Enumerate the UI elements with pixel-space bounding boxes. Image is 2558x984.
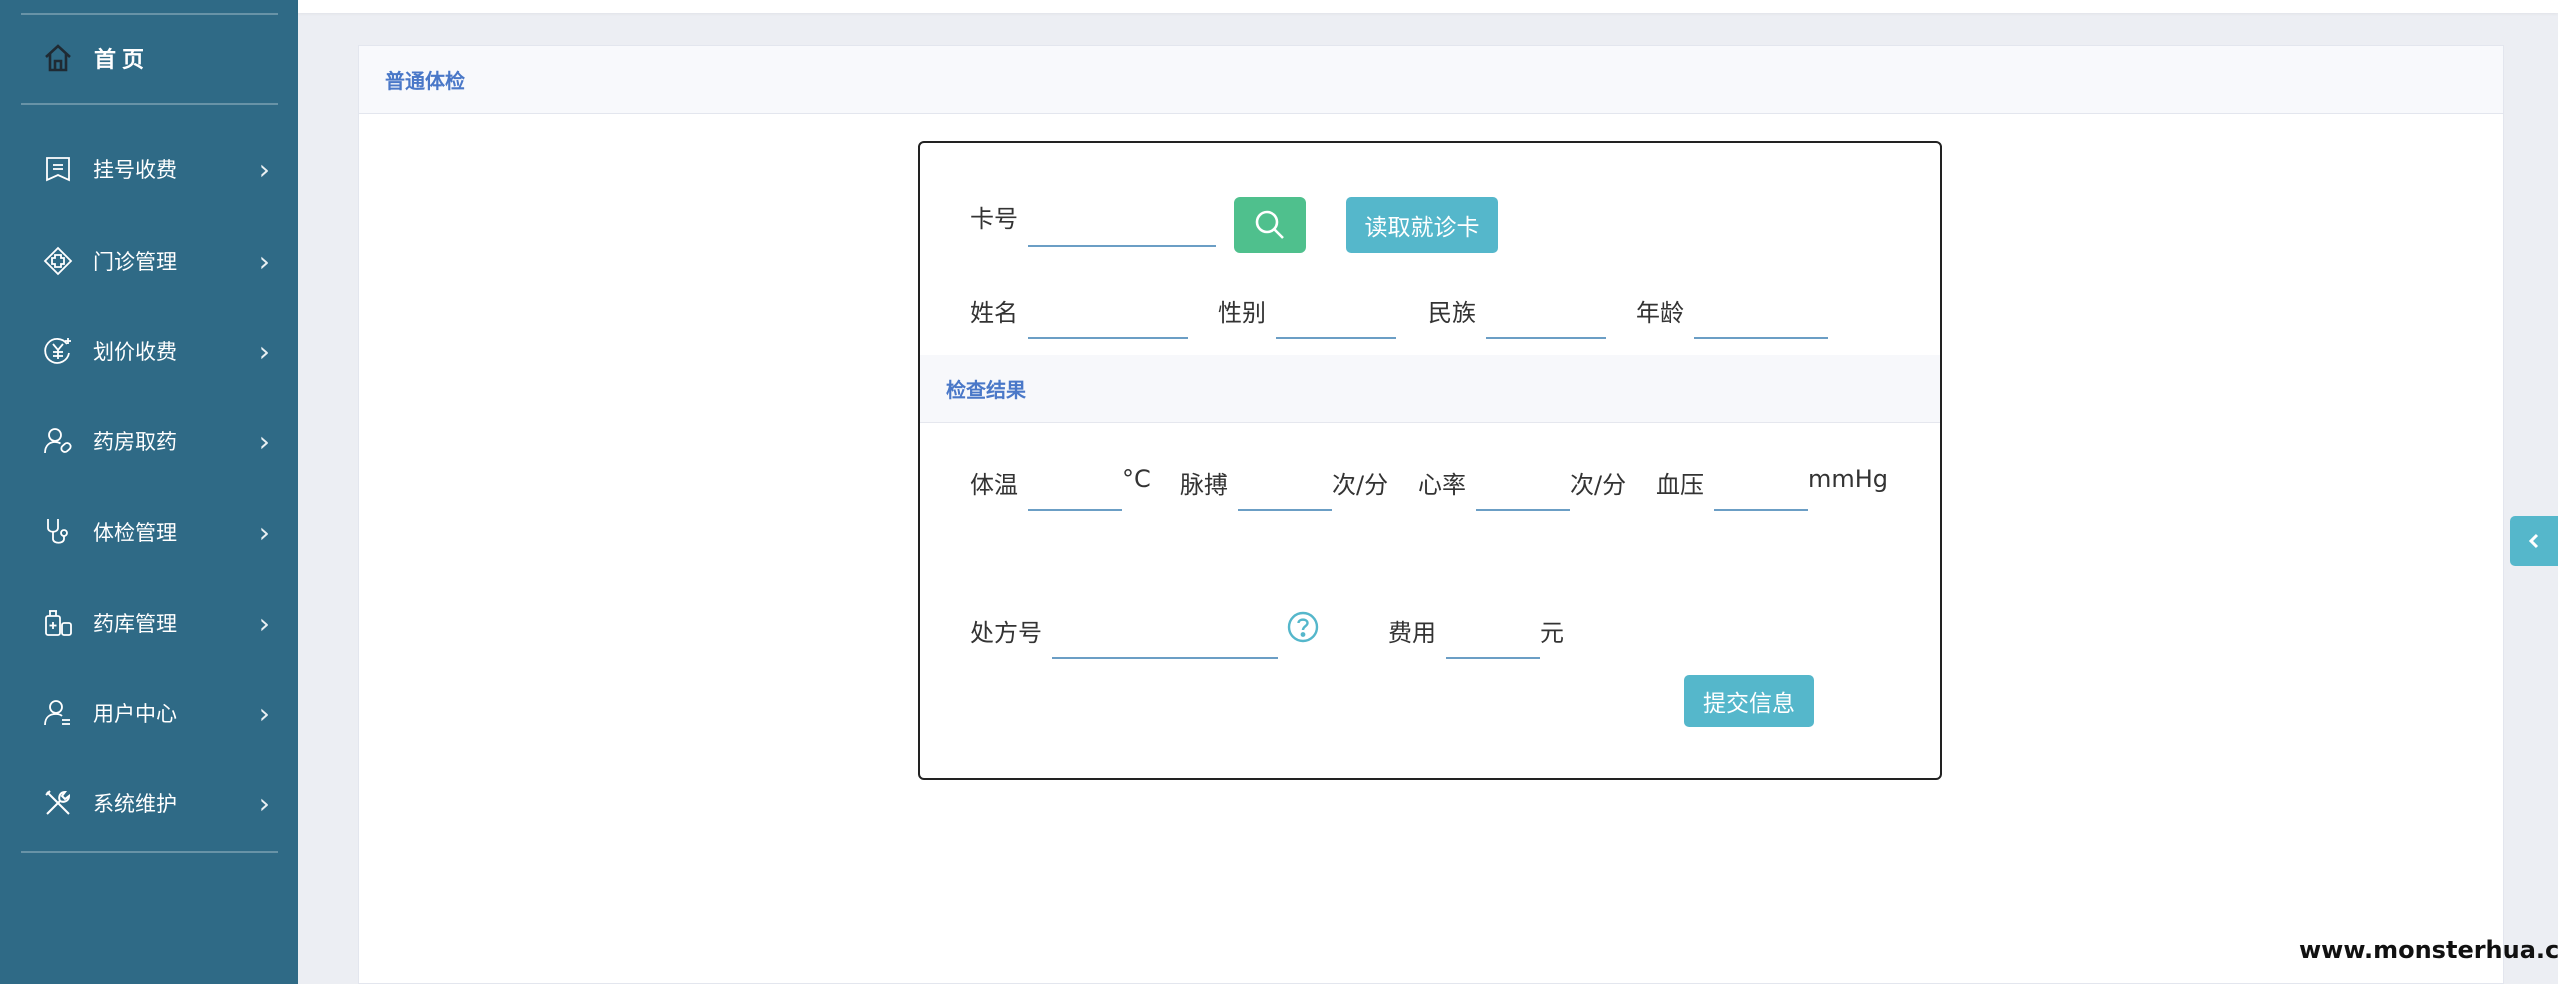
sidebar-item-label: 用户中心 — [93, 702, 177, 726]
card-number-input[interactable] — [1028, 211, 1216, 247]
yuan-icon — [40, 333, 76, 369]
sidebar-item-label: 药库管理 — [93, 612, 177, 636]
age-label: 年龄 — [1636, 299, 1684, 327]
panel-header: 普通体检 — [359, 46, 2503, 114]
temperature-unit: °C — [1122, 465, 1151, 493]
prescription-input[interactable] — [1052, 623, 1278, 659]
blood-pressure-label: 血压 — [1656, 471, 1704, 499]
sidebar-item-home[interactable]: 首页 — [40, 38, 150, 78]
sidebar-item-system[interactable]: 系统维护 › — [40, 779, 270, 827]
temperature-input[interactable] — [1028, 475, 1122, 511]
pulse-unit: 次/分 — [1332, 471, 1389, 499]
chevron-right-icon: › — [258, 786, 270, 820]
sidebar-item-user-center[interactable]: 用户中心 › — [40, 689, 270, 737]
sidebar-item-pharmacy[interactable]: 药房取药 › — [40, 417, 270, 465]
chevron-right-icon: › — [258, 152, 270, 186]
chevron-right-icon: › — [258, 606, 270, 640]
name-input[interactable] — [1028, 303, 1188, 339]
heart-rate-label: 心率 — [1418, 471, 1466, 499]
ethnicity-label: 民族 — [1428, 299, 1476, 327]
sidebar-item-label: 挂号收费 — [93, 158, 177, 182]
chevron-right-icon: › — [258, 696, 270, 730]
submit-button[interactable]: 提交信息 — [1684, 675, 1814, 727]
collapse-panel-button[interactable] — [2510, 516, 2558, 566]
blood-pressure-unit: mmHg — [1808, 465, 1889, 493]
sidebar-item-medicine-store[interactable]: 药库管理 › — [40, 599, 270, 647]
sidebar-item-register[interactable]: 挂号收费 › — [40, 145, 270, 193]
clinic-icon — [40, 243, 76, 279]
sidebar-item-label: 系统维护 — [93, 792, 177, 816]
blood-pressure-input[interactable] — [1714, 475, 1808, 511]
home-icon — [40, 40, 76, 76]
pharmacy-icon — [40, 423, 76, 459]
sidebar-item-label: 门诊管理 — [93, 250, 177, 274]
user-icon — [40, 695, 76, 731]
fee-input[interactable] — [1446, 623, 1540, 659]
card-number-label: 卡号 — [970, 205, 1018, 233]
sidebar-item-label: 药房取药 — [93, 430, 177, 454]
gender-label: 性别 — [1218, 299, 1266, 327]
register-icon — [40, 151, 76, 187]
sidebar: 首页 挂号收费 › 门诊管理 › 划价收费 › 药房取药 › 体检管理 › 药库… — [0, 0, 298, 984]
sidebar-item-pricing[interactable]: 划价收费 › — [40, 327, 270, 375]
search-button[interactable] — [1234, 197, 1306, 253]
pulse-label: 脉搏 — [1180, 471, 1228, 499]
age-input[interactable] — [1694, 303, 1828, 339]
heart-rate-input[interactable] — [1476, 475, 1570, 511]
chevron-right-icon: › — [258, 334, 270, 368]
sidebar-item-label: 体检管理 — [93, 521, 177, 545]
sidebar-item-clinic[interactable]: 门诊管理 › — [40, 237, 270, 285]
sidebar-item-label: 划价收费 — [93, 340, 177, 364]
sidebar-divider — [21, 851, 278, 853]
search-icon — [1255, 210, 1284, 239]
chevron-right-icon: › — [258, 515, 270, 549]
chevron-right-icon: › — [258, 424, 270, 458]
sidebar-item-physical-exam[interactable]: 体检管理 › — [40, 508, 270, 556]
watermark: www.monsterhua.com — [2299, 936, 2558, 964]
fee-unit: 元 — [1540, 619, 1564, 647]
pulse-input[interactable] — [1238, 475, 1332, 511]
temperature-label: 体温 — [970, 471, 1018, 499]
tools-icon — [40, 785, 76, 821]
ethnicity-input[interactable] — [1486, 303, 1606, 339]
fee-label: 费用 — [1388, 619, 1436, 647]
results-section-header: 检查结果 — [920, 355, 1940, 423]
name-label: 姓名 — [970, 299, 1018, 327]
read-card-button[interactable]: 读取就诊卡 — [1346, 197, 1498, 253]
top-bar — [298, 0, 2558, 13]
medicine-store-icon — [40, 605, 76, 641]
sidebar-item-label: 首页 — [94, 48, 151, 73]
page-title: 普通体检 — [385, 69, 465, 93]
gender-input[interactable] — [1276, 303, 1396, 339]
stethoscope-icon — [40, 514, 76, 550]
chevron-left-icon — [2528, 533, 2539, 549]
section-title: 检查结果 — [946, 378, 1026, 402]
heart-rate-unit: 次/分 — [1570, 471, 1627, 499]
sidebar-divider — [21, 103, 278, 105]
exam-form: 卡号 读取就诊卡 姓名 性别 民族 年龄 检查结果 体温 °C 脉搏 次/分 心… — [918, 141, 1942, 780]
sidebar-divider — [21, 13, 278, 15]
help-icon[interactable] — [1286, 610, 1320, 644]
prescription-label: 处方号 — [970, 619, 1042, 647]
chevron-right-icon: › — [258, 244, 270, 278]
